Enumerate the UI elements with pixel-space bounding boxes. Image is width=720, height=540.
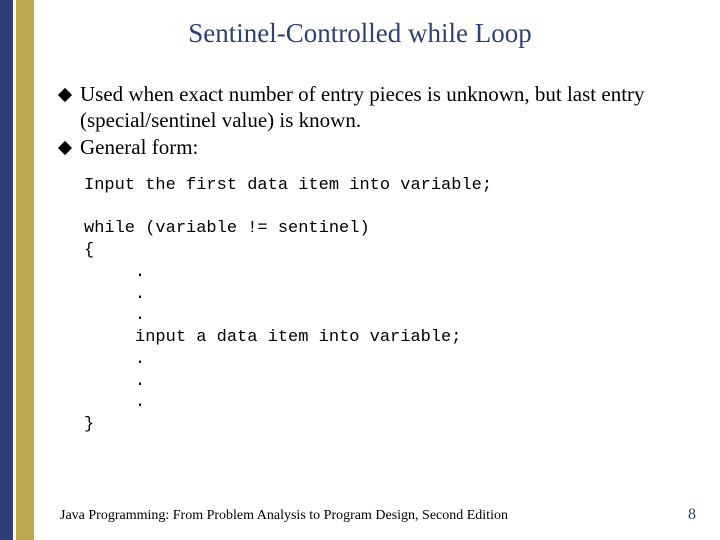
slide-body: Used when exact number of entry pieces i… xyxy=(60,82,692,436)
slide: Sentinel-Controlled while Loop Used when… xyxy=(0,0,720,540)
stripe-gold xyxy=(16,0,34,540)
bullet-text: Used when exact number of entry pieces i… xyxy=(80,82,692,133)
bullet-item: Used when exact number of entry pieces i… xyxy=(60,82,692,133)
bullet-text: General form: xyxy=(80,135,692,161)
bullet-item: General form: xyxy=(60,135,692,161)
diamond-bullet-icon xyxy=(58,88,72,102)
footer-text: Java Programming: From Problem Analysis … xyxy=(60,508,508,524)
slide-title: Sentinel-Controlled while Loop xyxy=(0,18,720,49)
diamond-bullet-icon xyxy=(58,141,72,155)
code-block: Input the first data item into variable;… xyxy=(84,175,692,436)
page-number: 8 xyxy=(688,506,696,524)
left-stripe xyxy=(0,0,34,540)
stripe-blue xyxy=(0,0,13,540)
